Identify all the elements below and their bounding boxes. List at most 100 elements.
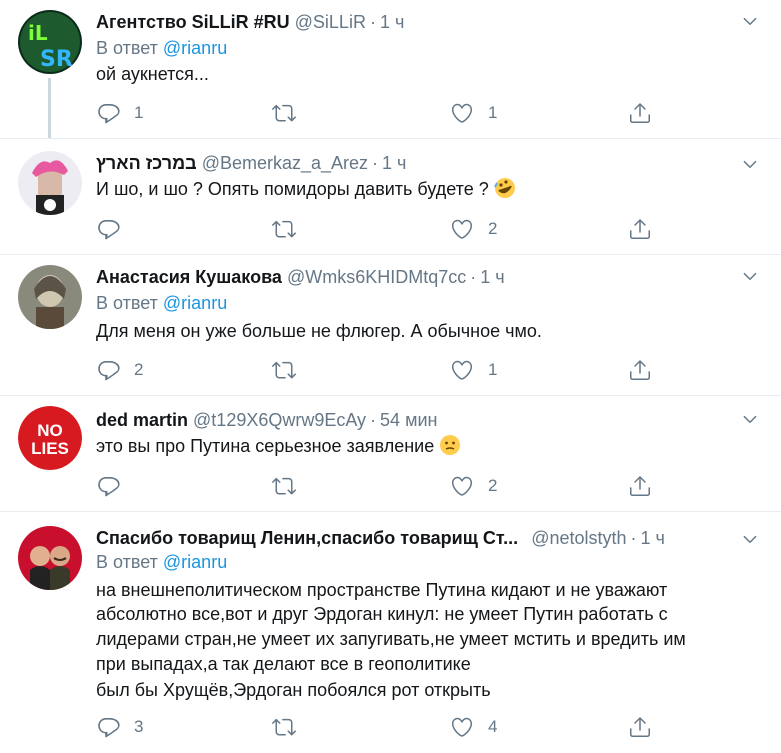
- like-button[interactable]: 1: [450, 358, 497, 382]
- reply-prefix: В ответ: [96, 293, 158, 313]
- share-icon: [628, 101, 652, 125]
- tweet-text-body: это вы про Путина серьезное заявление: [96, 436, 435, 456]
- tweet[interactable]: במרכז הארץ @Bemerkaz_a_Arez · 1 ч И шо, и …: [0, 139, 781, 254]
- chevron-down-icon[interactable]: [741, 410, 759, 428]
- like-count: 1: [488, 360, 498, 379]
- like-button[interactable]: 1: [450, 101, 497, 125]
- tweet-text: И шо, и шо ? Опять помидоры давить будет…: [96, 177, 516, 201]
- user-handle[interactable]: @Wmks6KHIDMtq7cc: [287, 267, 466, 287]
- action-bar: 3 4: [96, 715, 656, 739]
- tweet-header: ded martin @t129X6Qwrw9EcAy · 54 мин: [96, 408, 437, 432]
- share-button[interactable]: [628, 358, 652, 382]
- share-button[interactable]: [628, 217, 652, 241]
- mention-link[interactable]: @rianru: [163, 552, 227, 572]
- like-count: 4: [488, 717, 498, 736]
- heart-icon: [450, 358, 474, 382]
- tweet-text-line: при выпадах,а так делают все в геополити…: [96, 654, 471, 674]
- reply-button[interactable]: [96, 217, 134, 241]
- retweet-icon: [272, 358, 296, 382]
- tweet[interactable]: Анастасия Кушакова @Wmks6KHIDMtq7cc · 1 ч …: [0, 255, 781, 395]
- separator-dot: ·: [370, 410, 377, 430]
- user-handle[interactable]: @netolstyth: [531, 528, 626, 548]
- tweet[interactable]: Спасибо товарищ Ленин,спасибо товарищ Ст…: [0, 512, 781, 753]
- timestamp[interactable]: 1 ч: [480, 267, 504, 287]
- retweet-icon: [272, 474, 296, 498]
- tweet[interactable]: iL SR Агентство SiLLiR #RU @SiLLiR · 1 ч В…: [0, 0, 781, 138]
- rolling-laughing-emoji: [493, 177, 516, 199]
- timestamp[interactable]: 1 ч: [382, 153, 406, 173]
- action-bar: 2: [96, 217, 656, 241]
- reply-button[interactable]: [96, 474, 134, 498]
- reply-icon: [96, 715, 120, 739]
- chevron-down-icon[interactable]: [741, 530, 759, 548]
- thinking-face-emoji: [439, 434, 461, 456]
- reply-context: В ответ @rianru: [96, 550, 227, 574]
- mention-link[interactable]: @rianru: [163, 38, 227, 58]
- display-name[interactable]: במרכז הארץ: [96, 153, 197, 173]
- display-name[interactable]: Агентство SiLLiR #RU: [96, 12, 290, 32]
- heart-icon: [450, 715, 474, 739]
- avatar[interactable]: iL SR: [18, 10, 82, 74]
- reply-context: В ответ @rianru: [96, 291, 227, 315]
- tweet-text-line: на внешнеполитическом пространстве Путин…: [96, 580, 668, 600]
- separator-dot: ·: [470, 267, 477, 287]
- reply-icon: [96, 358, 120, 382]
- reply-button[interactable]: 2: [96, 358, 143, 382]
- reply-button[interactable]: 3: [96, 715, 143, 739]
- reply-prefix: В ответ: [96, 552, 158, 572]
- chevron-down-icon[interactable]: [741, 12, 759, 30]
- retweet-button[interactable]: [272, 217, 310, 241]
- display-name[interactable]: Анастасия Кушакова: [96, 267, 282, 287]
- like-count: 2: [488, 219, 498, 238]
- reply-button[interactable]: 1: [96, 101, 143, 125]
- like-count: 2: [488, 476, 498, 495]
- timestamp[interactable]: 1 ч: [641, 528, 665, 548]
- action-bar: 1 1: [96, 101, 656, 125]
- timestamp[interactable]: 54 мин: [380, 410, 437, 430]
- reply-count: 1: [134, 103, 144, 122]
- retweet-button[interactable]: [272, 101, 310, 125]
- thread-line: [48, 78, 51, 138]
- retweet-icon: [272, 217, 296, 241]
- tweet-text: ой аукнется...: [96, 64, 209, 84]
- tweet-header: Спасибо товарищ Ленин,спасибо товарищ Ст…: [96, 526, 665, 550]
- chevron-down-icon[interactable]: [741, 155, 759, 173]
- share-icon: [628, 217, 652, 241]
- retweet-icon: [272, 101, 296, 125]
- share-icon: [628, 474, 652, 498]
- chevron-down-icon[interactable]: [741, 267, 759, 285]
- retweet-button[interactable]: [272, 474, 310, 498]
- timestamp[interactable]: 1 ч: [380, 12, 404, 32]
- svg-text:NO: NO: [37, 421, 63, 440]
- avatar[interactable]: NO LIES: [18, 406, 82, 470]
- mention-link[interactable]: @rianru: [163, 293, 227, 313]
- like-button[interactable]: 2: [450, 217, 497, 241]
- retweet-button[interactable]: [272, 715, 310, 739]
- share-button[interactable]: [628, 474, 652, 498]
- reply-icon: [96, 474, 120, 498]
- user-handle[interactable]: @SiLLiR: [295, 12, 366, 32]
- svg-text:SR: SR: [40, 47, 73, 72]
- reply-context: В ответ @rianru: [96, 36, 227, 60]
- separator-dot: ·: [369, 12, 376, 32]
- avatar[interactable]: [18, 265, 82, 329]
- avatar[interactable]: [18, 526, 82, 590]
- share-button[interactable]: [628, 715, 652, 739]
- display-name[interactable]: ded martin: [96, 410, 188, 430]
- reply-prefix: В ответ: [96, 38, 158, 58]
- like-button[interactable]: 2: [450, 474, 497, 498]
- action-bar: 2: [96, 474, 656, 498]
- tweet[interactable]: NO LIES ded martin @t129X6Qwrw9EcAy · 54 м…: [0, 396, 781, 511]
- reply-icon: [96, 217, 120, 241]
- display-name[interactable]: Спасибо товарищ Ленин,спасибо товарищ Ст…: [96, 528, 518, 548]
- tweet-text: это вы про Путина серьезное заявление: [96, 434, 461, 458]
- share-icon: [628, 358, 652, 382]
- user-handle[interactable]: @Bemerkaz_a_Arez: [202, 153, 368, 173]
- user-handle[interactable]: @t129X6Qwrw9EcAy: [193, 410, 366, 430]
- tweet-text-body: И шо, и шо ? Опять помидоры давить будет…: [96, 179, 489, 199]
- reply-count: 3: [134, 717, 144, 736]
- avatar[interactable]: [18, 151, 82, 215]
- retweet-button[interactable]: [272, 358, 310, 382]
- like-button[interactable]: 4: [450, 715, 497, 739]
- share-button[interactable]: [628, 101, 652, 125]
